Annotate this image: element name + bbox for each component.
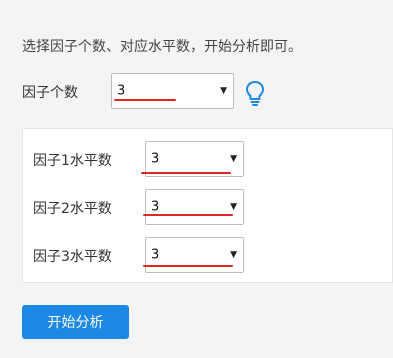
factor2-level-underline: [143, 214, 233, 216]
factor2-level-value: 3: [151, 199, 160, 215]
factor1-level-label: 因子1水平数: [33, 153, 112, 169]
factor1-level-value: 3: [151, 151, 160, 167]
caret-down-icon: ▼: [230, 250, 237, 260]
factor3-level-value: 3: [151, 247, 160, 263]
caret-down-icon: ▼: [230, 202, 237, 212]
caret-down-icon: ▼: [220, 86, 227, 96]
start-analysis-button[interactable]: 开始分析: [22, 305, 129, 339]
factor2-level-label: 因子2水平数: [33, 201, 112, 217]
factor2-level-select[interactable]: 3 ▼: [145, 189, 244, 225]
instruction-text: 选择因子个数、对应水平数，开始分析即可。: [22, 39, 302, 55]
factor3-level-select[interactable]: 3 ▼: [145, 237, 244, 273]
lightbulb-icon[interactable]: [245, 80, 265, 106]
factor-count-value: 3: [117, 83, 126, 99]
factor-count-label: 因子个数: [22, 85, 78, 101]
caret-down-icon: ▼: [230, 154, 237, 164]
factor3-level-label: 因子3水平数: [33, 249, 112, 265]
factor3-level-underline: [143, 265, 233, 267]
factor1-level-underline: [141, 172, 231, 174]
factor-count-select[interactable]: 3 ▼: [111, 73, 234, 109]
factor-count-underline: [114, 99, 176, 101]
